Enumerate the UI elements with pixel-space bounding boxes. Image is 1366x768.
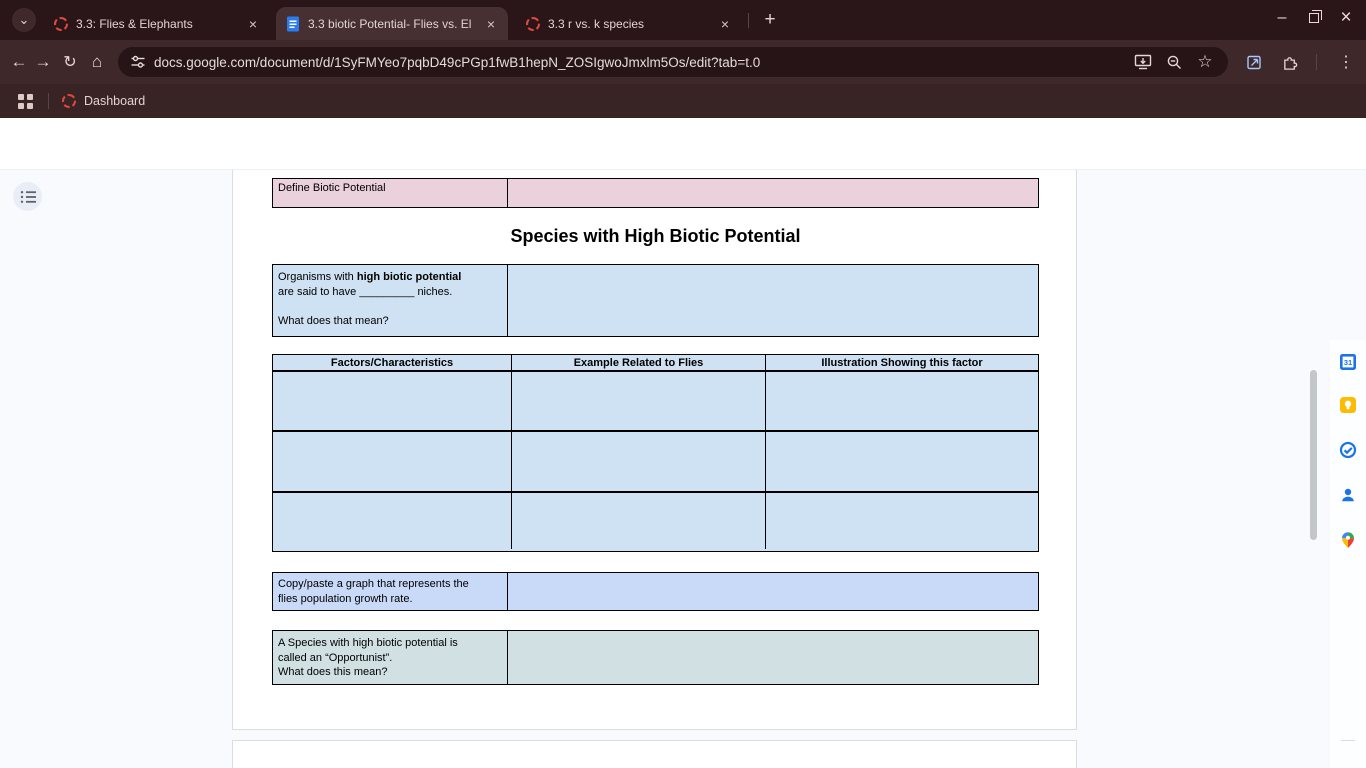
zoom-out-icon[interactable] xyxy=(1162,40,1186,84)
browser-tab-r-vs-k[interactable]: 3.3 r vs. k species × xyxy=(516,7,742,40)
tab-search-button[interactable]: ⌄ xyxy=(12,8,36,32)
google-tasks-icon[interactable] xyxy=(1339,441,1357,459)
site-info-icon[interactable] xyxy=(130,54,146,70)
tab-close-icon[interactable]: × xyxy=(244,15,262,33)
tab-title: 3.3 r vs. k species xyxy=(548,17,708,31)
apps-grid-icon[interactable] xyxy=(18,94,33,109)
tab-title: 3.3: Flies & Elephants xyxy=(76,17,236,31)
google-keep-icon[interactable] xyxy=(1339,396,1357,414)
browser-toolbar: ← → ↻ ⌂ docs.google.com/document/d/1SyFM… xyxy=(0,40,1366,84)
google-maps-icon[interactable] xyxy=(1339,531,1357,549)
restore-icon xyxy=(1309,13,1319,23)
side-panel-divider xyxy=(1341,740,1355,741)
browser-menu-kebab-icon[interactable]: ⋮ xyxy=(1334,40,1358,84)
home-button[interactable]: ⌂ xyxy=(86,40,108,84)
table-cell-prompt: Copy/paste a graph that represents the f… xyxy=(273,573,508,610)
tab-close-icon[interactable]: × xyxy=(482,15,500,33)
table-cell-answer xyxy=(508,631,1038,684)
loading-favicon-icon xyxy=(54,17,68,31)
bookmark-star-icon[interactable]: ☆ xyxy=(1193,40,1217,84)
table-cell-prompt: Organisms with high biotic potential are… xyxy=(273,265,508,336)
google-contacts-icon[interactable] xyxy=(1339,486,1357,504)
minimize-button[interactable]: – xyxy=(1266,2,1298,34)
extensions-puzzle-icon[interactable] xyxy=(1278,40,1302,84)
browser-tab-biotic-potential-active[interactable]: 3.3 biotic Potential- Flies vs. El × xyxy=(276,7,508,40)
factors-empty-row xyxy=(273,432,1038,493)
section-heading: Species with High Biotic Potential xyxy=(233,226,1078,247)
docs-content-area: Define Biotic Potential Species with Hig… xyxy=(0,170,1366,768)
tab-separator xyxy=(748,13,749,28)
column-header: Factors/Characteristics xyxy=(273,355,512,370)
tab-strip: ⌄ 3.3: Flies & Elephants × 3.3 biotic Po… xyxy=(0,0,1366,40)
bookmarks-bar: Dashboard xyxy=(0,84,1366,118)
bookmark-label: Dashboard xyxy=(84,94,145,108)
reading-mode-icon[interactable] xyxy=(1242,40,1266,84)
column-header: Example Related to Flies xyxy=(512,355,766,370)
close-window-button[interactable]: × xyxy=(1330,2,1362,34)
factors-header-row: Factors/Characteristics Example Related … xyxy=(273,355,1038,372)
tab-title: 3.3 biotic Potential- Flies vs. El xyxy=(308,17,474,31)
table-cell-answer xyxy=(508,179,1038,207)
table-cell-prompt: Define Biotic Potential xyxy=(273,179,508,207)
new-tab-button[interactable]: + xyxy=(758,8,782,32)
tab-close-icon[interactable]: × xyxy=(716,15,734,33)
bookmarks-separator xyxy=(48,93,49,109)
forward-button[interactable]: → xyxy=(32,40,54,84)
restore-button[interactable] xyxy=(1298,2,1330,34)
docs-header: 3.3 biotic Potential- Flies vs. Elephant… xyxy=(0,118,1366,170)
outline-list-icon xyxy=(20,190,36,204)
factors-empty-row xyxy=(273,493,1038,549)
bookmark-dashboard[interactable]: Dashboard xyxy=(62,90,145,112)
address-bar[interactable]: docs.google.com/document/d/1SyFMYeo7pqbD… xyxy=(118,47,1228,77)
install-app-icon[interactable] xyxy=(1131,40,1155,84)
back-button[interactable]: ← xyxy=(8,40,30,84)
table-cell-answer xyxy=(508,265,1038,336)
browser-tab-flies-elephants[interactable]: 3.3: Flies & Elephants × xyxy=(44,7,270,40)
factors-table: Factors/Characteristics Example Related … xyxy=(272,354,1039,552)
graph-paste-table: Copy/paste a graph that represents the f… xyxy=(272,572,1039,611)
browser-window: ⌄ 3.3: Flies & Elephants × 3.3 biotic Po… xyxy=(0,0,1366,768)
document-page-next[interactable] xyxy=(232,740,1077,768)
toolbar-separator xyxy=(1316,54,1317,70)
google-calendar-icon[interactable]: 31 xyxy=(1339,353,1357,371)
factors-empty-row xyxy=(273,372,1038,432)
document-scrollbar[interactable] xyxy=(1310,370,1317,540)
define-biotic-potential-table: Define Biotic Potential xyxy=(272,178,1039,208)
bookmark-favicon-icon xyxy=(62,94,76,108)
niches-table: Organisms with high biotic potential are… xyxy=(272,264,1039,337)
tab-search-icon: ⌄ xyxy=(19,12,30,28)
opportunist-table: A Species with high biotic potential is … xyxy=(272,630,1039,685)
reload-button[interactable]: ↻ xyxy=(59,40,81,84)
workspace-side-panel: 31 xyxy=(1330,340,1366,768)
column-header: Illustration Showing this factor xyxy=(766,355,1038,370)
table-cell-prompt: A Species with high biotic potential is … xyxy=(273,631,508,684)
document-outline-button[interactable] xyxy=(13,182,42,211)
url-text: docs.google.com/document/d/1SyFMYeo7pqbD… xyxy=(154,55,760,70)
loading-favicon-icon xyxy=(526,17,540,31)
window-controls: – × xyxy=(1266,0,1362,36)
table-cell-answer xyxy=(508,573,1038,610)
google-docs-favicon-icon xyxy=(286,16,300,32)
document-page[interactable]: Define Biotic Potential Species with Hig… xyxy=(232,170,1077,730)
svg-text:31: 31 xyxy=(1344,358,1352,367)
